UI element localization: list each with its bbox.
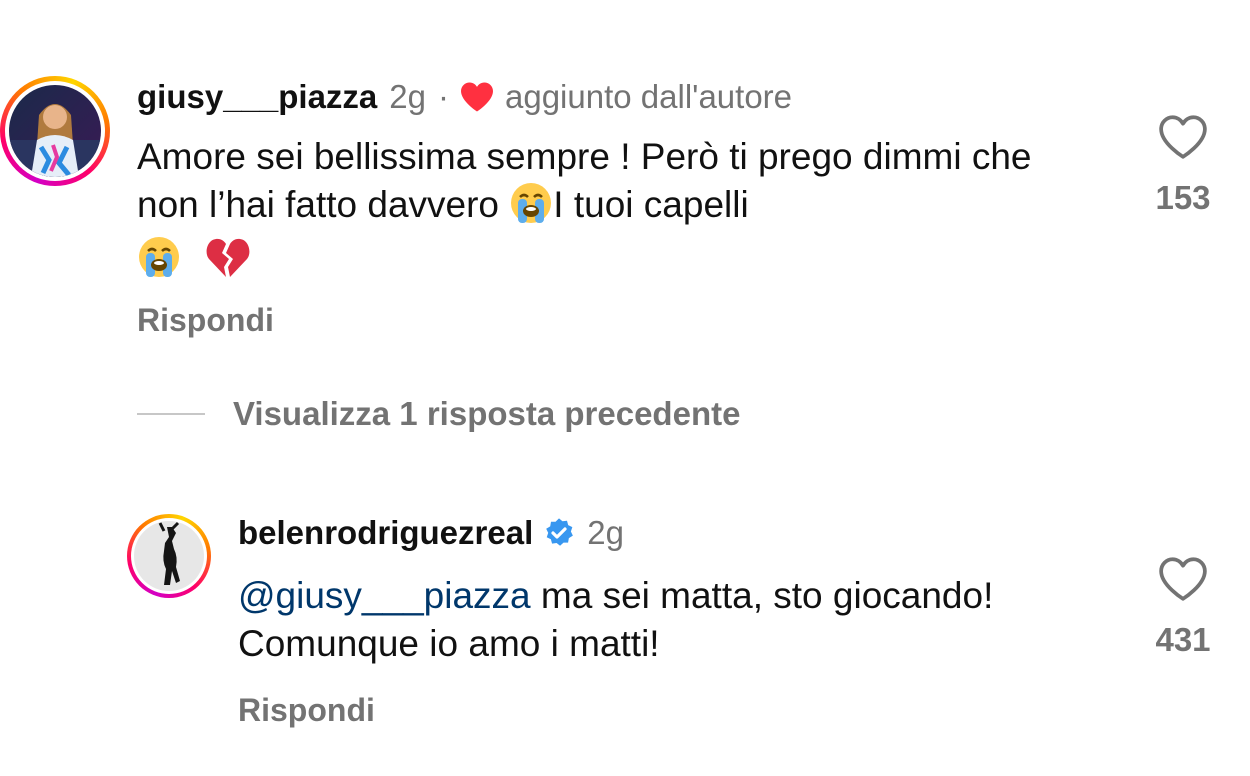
divider-line [137,413,205,415]
comment-header-2: belenrodriguezreal 2g [238,514,624,552]
comment-time: 2g [587,514,624,551]
meta-separator: · [438,78,449,115]
avatar-belen [134,521,204,591]
like-count[interactable]: 153 [1128,179,1238,217]
verified-badge-icon [543,517,575,549]
like-outline-icon[interactable] [1128,114,1238,165]
comment-username[interactable]: giusy___piazza [137,78,377,116]
avatar-ring-belen[interactable] [127,514,211,598]
heart-icon [459,81,495,113]
comment-username[interactable]: belenrodriguezreal [238,514,533,552]
comment-text-part: I tuoi capelli [553,184,749,225]
comment-text-1: Amore sei bellissima sempre ! Però ti pr… [137,133,1097,283]
mention-link[interactable]: @giusy___piazza [238,575,531,616]
like-column-2: 431 [1128,556,1238,659]
like-outline-icon[interactable] [1128,556,1238,607]
avatar-ring-giusy[interactable] [0,76,110,186]
reply-button[interactable]: Rispondi [238,692,375,729]
like-count[interactable]: 431 [1128,621,1238,659]
loudly-crying-face-emoji [509,181,553,225]
comment-time: 2g [389,78,426,115]
liked-by-author-label: aggiunto dall'autore [505,78,793,115]
comment-text-2: @giusy___piazza ma sei matta, sto giocan… [238,572,1118,668]
broken-heart-emoji [205,235,250,279]
view-replies-label: Visualizza 1 risposta precedente [233,395,741,432]
view-previous-replies-button[interactable]: Visualizza 1 risposta precedente [137,395,740,433]
reply-button[interactable]: Rispondi [137,302,274,339]
like-column-1: 153 [1128,114,1238,217]
comment-header-1: giusy___piazza 2g · aggiunto dall'autore [137,78,792,116]
loudly-crying-face-emoji [137,235,181,279]
avatar-giusy [9,85,101,177]
